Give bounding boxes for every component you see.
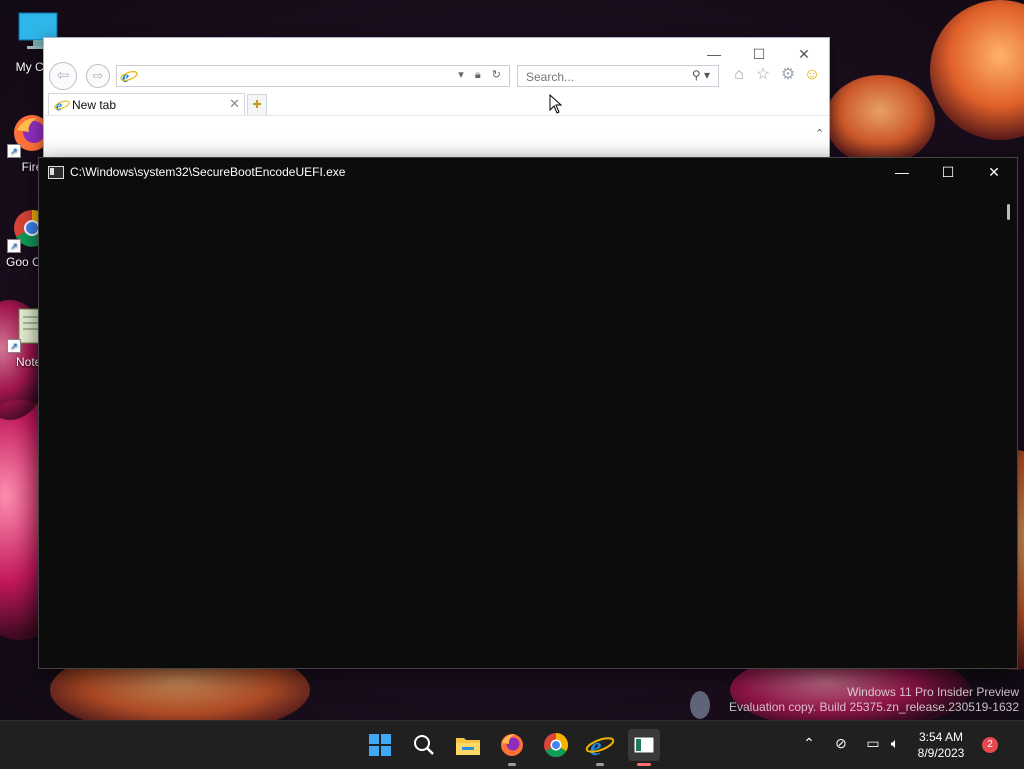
watermark-line-2: Evaluation copy. Build 25375.zn_release.… — [729, 700, 1019, 714]
tab-label: New tab — [72, 98, 117, 112]
search-input[interactable] — [524, 69, 678, 85]
network-disconnected-icon[interactable]: ⊘ — [832, 735, 850, 753]
ie-logo-icon: e — [54, 98, 70, 113]
search-box-icons: ⚲ ▾ — [692, 68, 710, 82]
smiley-feedback-icon[interactable]: ☺ — [803, 66, 821, 84]
volume-icon[interactable]: 🔈︎ — [886, 735, 904, 753]
dropdown-arrow-icon[interactable]: ▾ — [458, 69, 468, 81]
console-close-button[interactable]: ✕ — [971, 158, 1017, 187]
tab-close-icon[interactable]: ✕ — [229, 96, 240, 112]
ie-close-button[interactable]: ✕ — [782, 43, 826, 65]
taskbar-firefox[interactable] — [496, 729, 528, 766]
mouse-cursor-icon — [549, 94, 563, 114]
shortcut-arrow-icon: ↗ — [7, 144, 21, 158]
address-bar-icons: ▾ 🔒︎ ↻ — [458, 68, 505, 82]
favorites-star-icon[interactable]: ☆ — [754, 66, 772, 84]
forward-arrow-icon: ⇨ — [92, 68, 104, 83]
running-indicator — [596, 763, 604, 766]
file-explorer-icon — [456, 738, 480, 755]
home-icon[interactable]: ⌂ — [730, 66, 748, 84]
ie-maximize-button[interactable]: ☐ — [737, 43, 781, 65]
console-icon — [633, 736, 655, 754]
clock-date: 8/9/2023 — [917, 746, 965, 760]
forward-button[interactable]: ⇨ — [86, 64, 110, 88]
system-tray: ⌃ ⊘ ▭ 🔈︎ 3:54 AM 8/9/2023 2 — [794, 721, 1024, 769]
evaluation-watermark: Windows 11 Pro Insider Preview Evaluatio… — [729, 685, 1019, 715]
internet-explorer-window[interactable]: — ☐ ✕ ⇦ ⇨ e ▾ 🔒︎ ↻ ⚲ ▾ ⌂ ☆ ⚙ ☺ e New tab… — [43, 37, 830, 174]
watermark-line-1: Windows 11 Pro Insider Preview — [847, 685, 1019, 699]
firefox-icon — [501, 734, 523, 756]
taskbar-search-button[interactable] — [408, 729, 440, 761]
tab-new-tab[interactable]: e New tab ✕ — [48, 93, 245, 116]
lock-icon: 🔒︎ — [474, 69, 485, 81]
chrome-icon — [544, 733, 569, 758]
console-window[interactable]: C:\Windows\system32\SecureBootEncodeUEFI… — [38, 157, 1018, 669]
internet-explorer-icon: e — [585, 732, 615, 761]
search-icon — [414, 735, 434, 755]
svg-text:e: e — [122, 69, 129, 85]
console-output[interactable] — [39, 187, 1001, 667]
notification-badge[interactable]: 2 — [982, 737, 998, 753]
console-titlebar[interactable]: C:\Windows\system32\SecureBootEncodeUEFI… — [39, 158, 1017, 187]
console-maximize-button[interactable]: ☐ — [925, 158, 971, 187]
taskbar-chrome[interactable] — [540, 729, 572, 761]
search-icon[interactable]: ⚲ — [692, 68, 701, 82]
back-button[interactable]: ⇦ — [49, 62, 77, 90]
display-icon[interactable]: ▭ — [864, 735, 882, 753]
console-title: C:\Windows\system32\SecureBootEncodeUEFI… — [70, 165, 346, 179]
console-scrollbar[interactable] — [1001, 187, 1017, 667]
running-indicator — [508, 763, 516, 766]
search-box[interactable]: ⚲ ▾ — [517, 65, 719, 87]
refresh-icon[interactable]: ↻ — [492, 69, 505, 81]
start-button[interactable] — [364, 729, 396, 761]
taskbar-file-explorer[interactable] — [452, 729, 484, 761]
new-tab-icon: ✚ — [252, 99, 262, 111]
scroll-up-icon[interactable]: ⌃ — [815, 127, 827, 140]
console-scrollbar-thumb[interactable] — [1007, 204, 1010, 220]
console-app-icon — [48, 166, 64, 179]
active-window-indicator — [637, 763, 651, 766]
ie-minimize-button[interactable]: — — [692, 43, 736, 65]
shortcut-arrow-icon: ↗ — [7, 239, 21, 253]
search-dropdown-icon[interactable]: ▾ — [704, 68, 710, 82]
back-arrow-icon: ⇦ — [56, 67, 70, 84]
taskbar: e ⌃ ⊘ ▭ 🔈︎ 3:54 AM 8/9/2023 2 — [0, 720, 1024, 769]
new-tab-button[interactable]: ✚ — [247, 94, 267, 116]
settings-gear-icon[interactable]: ⚙ — [779, 66, 797, 84]
taskbar-internet-explorer[interactable]: e — [584, 729, 616, 766]
clock[interactable]: 3:54 AM 8/9/2023 — [911, 729, 971, 761]
console-minimize-button[interactable]: — — [879, 158, 925, 187]
taskbar-console[interactable] — [628, 729, 660, 766]
svg-text:e: e — [56, 98, 62, 113]
tabstrip-divider — [44, 115, 829, 116]
shortcut-arrow-icon: ↗ — [7, 339, 21, 353]
address-bar[interactable]: e ▾ 🔒︎ ↻ — [116, 65, 510, 87]
clock-time: 3:54 AM — [918, 730, 964, 744]
ie-logo-icon: e — [120, 69, 138, 85]
show-hidden-icons-chevron-icon[interactable]: ⌃ — [800, 735, 818, 753]
start-icon — [369, 734, 391, 756]
svg-text:e: e — [590, 732, 602, 761]
